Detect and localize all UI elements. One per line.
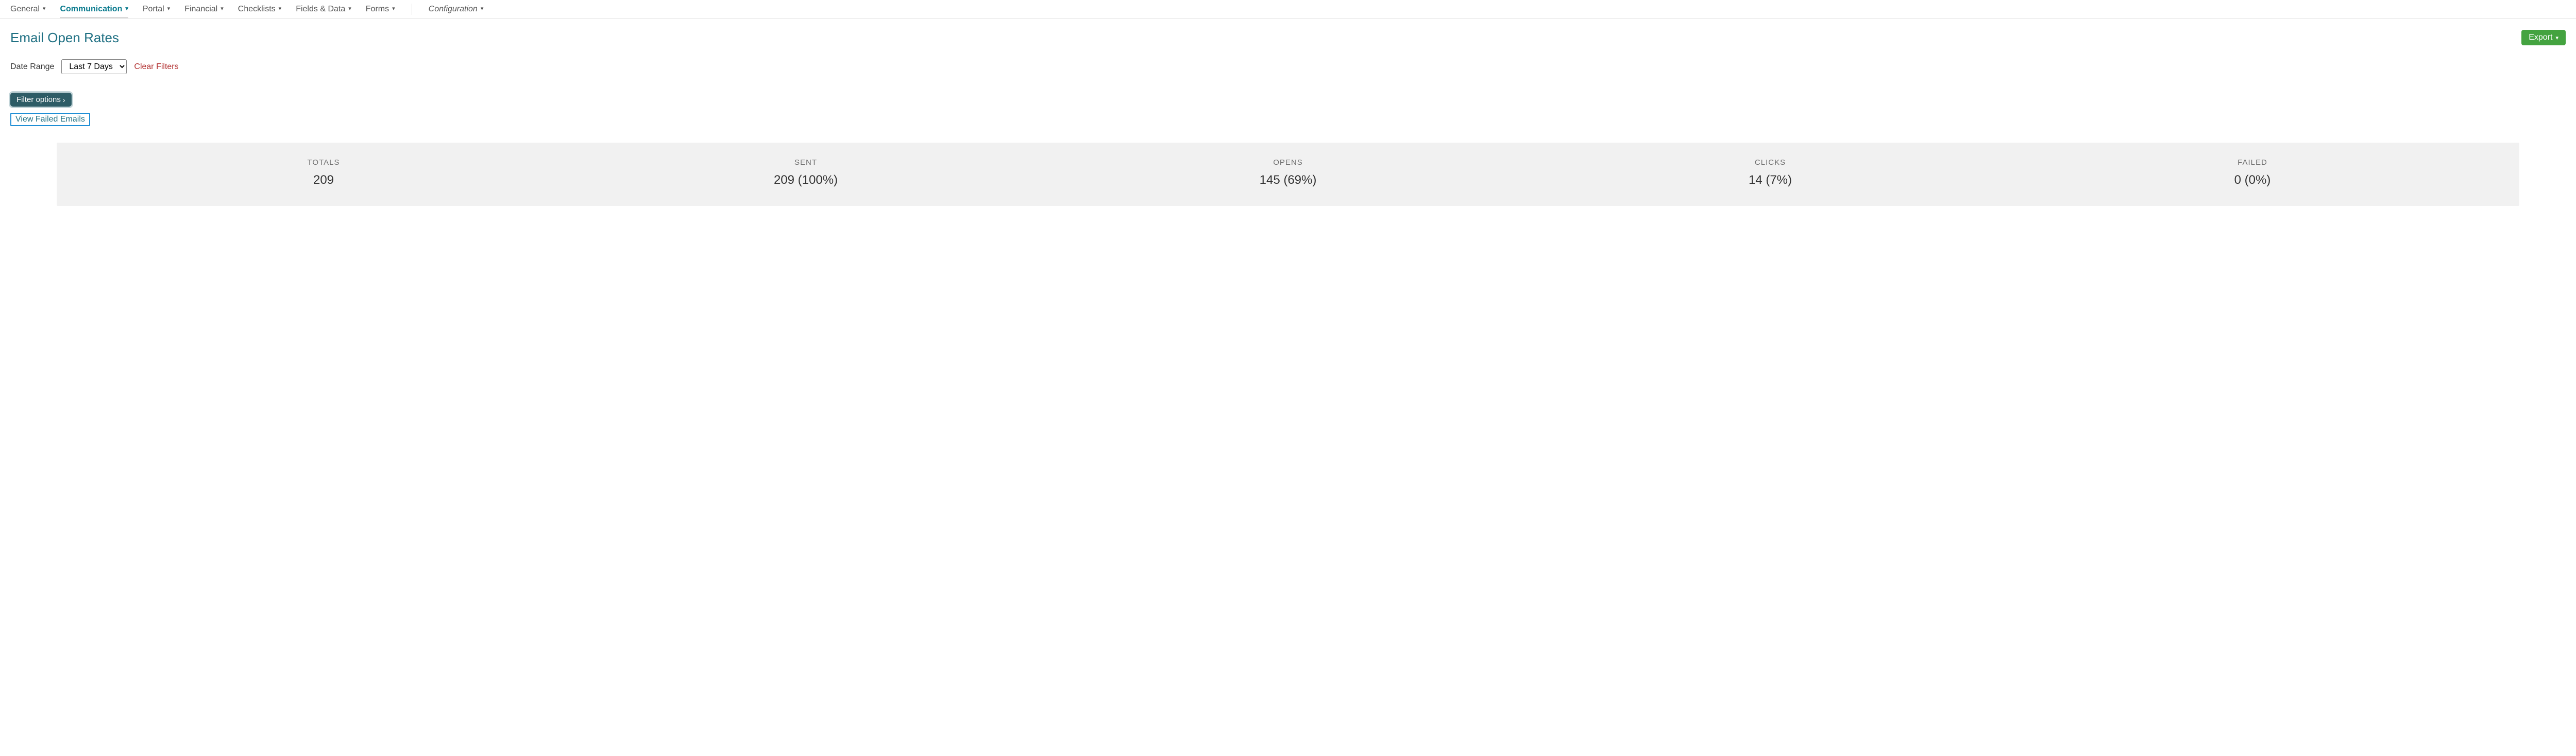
filter-options-label: Filter options (16, 95, 61, 104)
tab-label: Fields & Data (296, 5, 345, 14)
tab-fields-data[interactable]: Fields & Data ▾ (296, 0, 351, 18)
view-failed-emails-link[interactable]: View Failed Emails (15, 115, 85, 124)
filter-row: Date Range Last 7 Days Clear Filters (10, 59, 2566, 74)
tab-forms[interactable]: Forms ▾ (366, 0, 395, 18)
filter-options-button[interactable]: Filter options › (10, 93, 72, 107)
stat-label: FAILED (2011, 158, 2494, 167)
page-title: Email Open Rates (10, 30, 119, 46)
stat-opens: OPENS 145 (69%) (1047, 158, 1529, 187)
tab-label: Configuration (429, 5, 478, 14)
chevron-down-icon: ▾ (167, 6, 171, 12)
tab-label: Financial (184, 5, 217, 14)
export-label: Export (2529, 33, 2552, 42)
date-range-select[interactable]: Last 7 Days (61, 59, 127, 74)
top-nav: General ▾ Communication ▾ Portal ▾ Finan… (0, 0, 2576, 19)
clear-filters-link[interactable]: Clear Filters (134, 62, 178, 72)
view-failed-emails-highlight: View Failed Emails (10, 113, 90, 126)
export-button[interactable]: Export ▾ (2521, 30, 2566, 45)
stat-value: 14 (7%) (1529, 173, 2011, 187)
chevron-down-icon: ▾ (392, 6, 395, 12)
tab-checklists[interactable]: Checklists ▾ (238, 0, 281, 18)
tab-label: Portal (143, 5, 164, 14)
stat-value: 209 (100%) (565, 173, 1047, 187)
chevron-down-icon: ▾ (2555, 35, 2558, 41)
stat-value: 209 (82, 173, 565, 187)
stat-totals: TOTALS 209 (82, 158, 565, 187)
stat-sent: SENT 209 (100%) (565, 158, 1047, 187)
chevron-down-icon: ▾ (481, 6, 484, 12)
stat-label: OPENS (1047, 158, 1529, 167)
tab-configuration[interactable]: Configuration ▾ (429, 0, 484, 18)
below-filters: Filter options › View Failed Emails (10, 93, 2566, 126)
tab-label: Communication (60, 5, 122, 14)
chevron-right-icon: › (63, 96, 65, 104)
date-range-label: Date Range (10, 62, 54, 72)
stat-clicks: CLICKS 14 (7%) (1529, 158, 2011, 187)
stat-value: 0 (0%) (2011, 173, 2494, 187)
page-content: Email Open Rates Export ▾ Date Range Las… (0, 19, 2576, 206)
tab-general[interactable]: General ▾ (10, 0, 45, 18)
stat-label: CLICKS (1529, 158, 2011, 167)
chevron-down-icon: ▾ (348, 6, 351, 12)
stat-label: SENT (565, 158, 1047, 167)
chevron-down-icon: ▾ (125, 6, 128, 12)
tab-label: Forms (366, 5, 389, 14)
chevron-down-icon: ▾ (221, 6, 224, 12)
stat-value: 145 (69%) (1047, 173, 1529, 187)
tab-label: General (10, 5, 40, 14)
tab-financial[interactable]: Financial ▾ (184, 0, 224, 18)
chevron-down-icon: ▾ (279, 6, 282, 12)
stats-bar: TOTALS 209 SENT 209 (100%) OPENS 145 (69… (57, 143, 2519, 206)
tab-label: Checklists (238, 5, 276, 14)
stat-failed: FAILED 0 (0%) (2011, 158, 2494, 187)
page-header: Email Open Rates Export ▾ (10, 30, 2566, 46)
tab-communication[interactable]: Communication ▾ (60, 0, 128, 18)
tab-portal[interactable]: Portal ▾ (143, 0, 170, 18)
chevron-down-icon: ▾ (43, 6, 46, 12)
stat-label: TOTALS (82, 158, 565, 167)
